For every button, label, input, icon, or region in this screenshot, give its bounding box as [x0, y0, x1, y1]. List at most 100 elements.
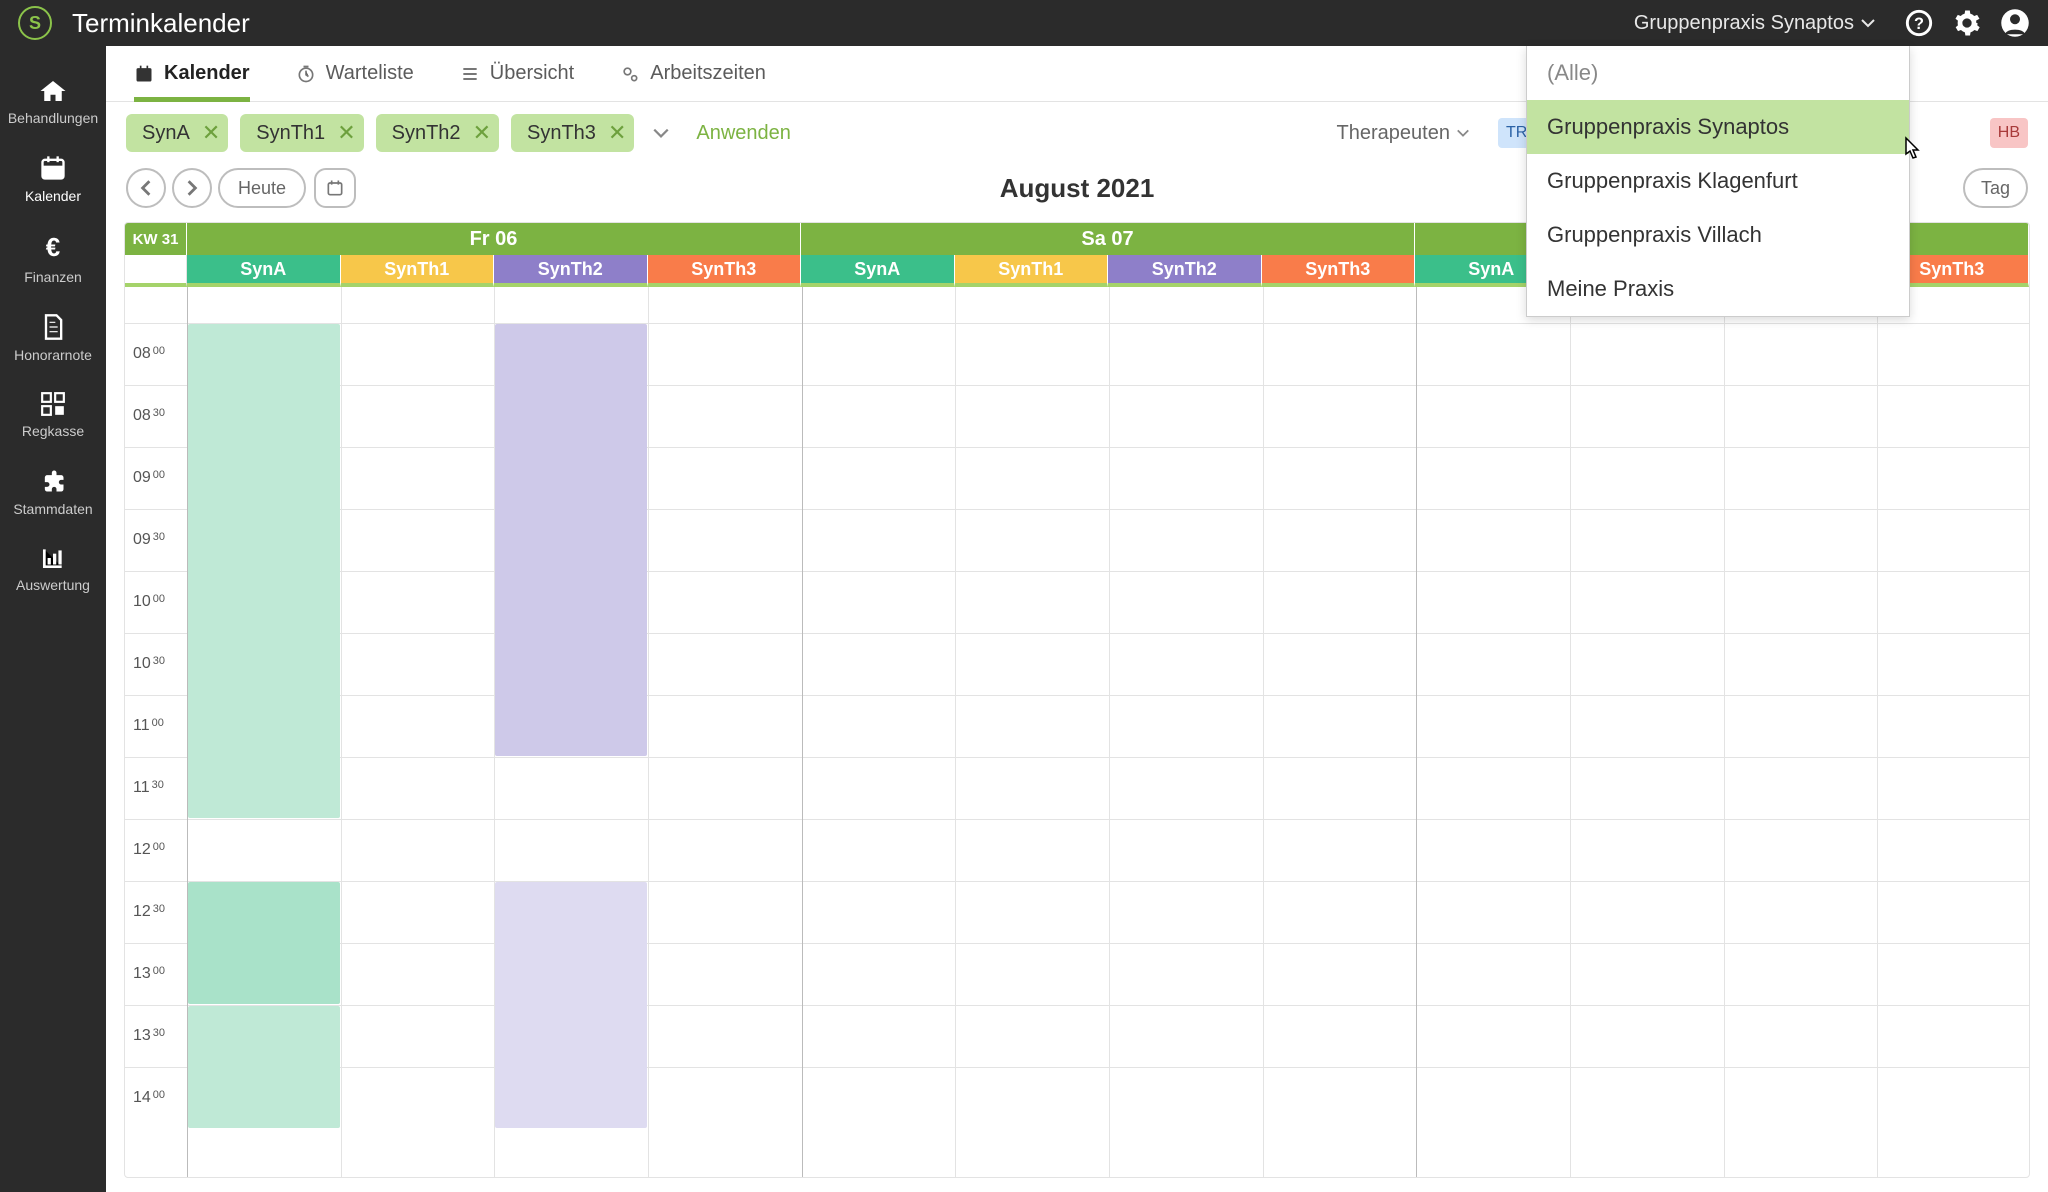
time-label: 1400 — [125, 1067, 187, 1129]
topbar: S Terminkalender Gruppenpraxis Synaptos … — [0, 0, 2048, 46]
therapists-dropdown[interactable]: Therapeuten — [1337, 122, 1470, 145]
practice-menu: (Alle) Gruppenpraxis Synaptos Gruppenpra… — [1526, 46, 1910, 317]
time-label: 1030 — [125, 633, 187, 695]
room-chip-hb[interactable]: HB — [1990, 118, 2028, 148]
resource-col: SynTh1 — [341, 255, 495, 287]
sidebar-label: Behandlungen — [8, 110, 98, 126]
today-button[interactable]: Heute — [218, 168, 306, 208]
svg-text:?: ? — [1914, 15, 1924, 33]
puzzle-icon — [39, 467, 67, 495]
time-label: 0930 — [125, 509, 187, 571]
filter-pill-syna[interactable]: SynA✕ — [126, 114, 228, 152]
day-col: Sa 07 — [801, 223, 1415, 255]
sidebar-label: Regkasse — [22, 423, 84, 439]
time-label: 0830 — [125, 385, 187, 447]
tab-arbeitszeiten[interactable]: Arbeitszeiten — [620, 46, 766, 101]
practice-selector-label: Gruppenpraxis Synaptos — [1634, 12, 1854, 35]
user-icon[interactable] — [2000, 8, 2030, 38]
calendar: KW 31 Fr 06 Sa 07 So 08 SynA SynTh1 SynT… — [124, 222, 2030, 1178]
resource-col: SynTh2 — [494, 255, 648, 287]
euro-icon: € — [46, 232, 60, 263]
timer-icon — [296, 64, 316, 84]
next-button[interactable] — [172, 168, 212, 208]
menu-item-synaptos[interactable]: Gruppenpraxis Synaptos — [1527, 100, 1909, 154]
prev-button[interactable] — [126, 168, 166, 208]
filter-pill-synth1[interactable]: SynTh1✕ — [240, 114, 363, 152]
availability-block[interactable] — [495, 882, 647, 1128]
resource-col: SynTh2 — [1108, 255, 1262, 287]
logo-icon: S — [18, 6, 52, 40]
time-label: 1000 — [125, 571, 187, 633]
filter-pill-synth2[interactable]: SynTh2✕ — [376, 114, 499, 152]
day-col: Fr 06 — [187, 223, 801, 255]
sidebar-item-honorarnote[interactable]: Honorarnote — [0, 299, 106, 377]
list-icon — [460, 65, 480, 83]
sidebar-label: Honorarnote — [14, 347, 92, 363]
availability-block[interactable] — [188, 324, 340, 818]
close-icon[interactable]: ✕ — [473, 120, 491, 146]
datepicker-button[interactable] — [314, 168, 356, 208]
close-icon[interactable]: ✕ — [202, 120, 220, 146]
sidebar-label: Auswertung — [16, 577, 90, 593]
sidebar-label: Stammdaten — [13, 501, 92, 517]
tab-label: Warteliste — [326, 62, 414, 85]
gear-icon[interactable] — [1952, 8, 1982, 38]
calendar-icon — [325, 178, 345, 198]
sidebar-item-kalender[interactable]: Kalender — [0, 140, 106, 218]
time-label: 1330 — [125, 1005, 187, 1067]
close-icon[interactable]: ✕ — [337, 120, 355, 146]
sidebar-label: Finanzen — [24, 269, 82, 285]
tab-label: Arbeitszeiten — [650, 62, 766, 85]
resource-col: SynA — [801, 255, 955, 287]
resource-col: SynTh1 — [955, 255, 1109, 287]
help-icon[interactable]: ? — [1904, 8, 1934, 38]
availability-block[interactable] — [188, 1006, 340, 1128]
chevron-down-icon — [1456, 126, 1470, 140]
time-label: 1300 — [125, 943, 187, 1005]
filter-pill-synth3[interactable]: SynTh3✕ — [511, 114, 634, 152]
time-label: 1230 — [125, 881, 187, 943]
availability-block[interactable] — [188, 882, 340, 1004]
apply-button[interactable]: Anwenden — [696, 122, 791, 145]
resource-col: SynTh3 — [1262, 255, 1416, 287]
close-icon[interactable]: ✕ — [608, 120, 626, 146]
time-label: 0900 — [125, 447, 187, 509]
calendar-icon — [134, 64, 154, 84]
week-number: KW 31 — [125, 223, 187, 255]
page-title: Terminkalender — [72, 8, 250, 39]
chevron-down-icon[interactable] — [646, 124, 676, 142]
sidebar-label: Kalender — [25, 188, 81, 204]
home-icon — [38, 78, 68, 104]
resource-col: SynA — [187, 255, 341, 287]
sidebar-item-stammdaten[interactable]: Stammdaten — [0, 453, 106, 531]
file-icon — [41, 313, 65, 341]
qr-icon — [40, 391, 66, 417]
tab-warteliste[interactable]: Warteliste — [296, 46, 414, 101]
sidebar-item-regkasse[interactable]: Regkasse — [0, 377, 106, 453]
menu-item-all[interactable]: (Alle) — [1527, 46, 1909, 100]
sidebar-item-auswertung[interactable]: Auswertung — [0, 531, 106, 607]
tab-kalender[interactable]: Kalender — [134, 46, 250, 101]
menu-item-klagenfurt[interactable]: Gruppenpraxis Klagenfurt — [1527, 154, 1909, 208]
sidebar: Behandlungen Kalender € Finanzen Honorar… — [0, 46, 106, 1192]
sidebar-item-finanzen[interactable]: € Finanzen — [0, 218, 106, 299]
practice-selector[interactable]: Gruppenpraxis Synaptos — [1634, 12, 1876, 35]
calendar-grid[interactable]: 0800083009000930100010301100113012001230… — [125, 287, 2029, 1177]
time-label: 0800 — [125, 323, 187, 385]
availability-block[interactable] — [495, 324, 647, 756]
time-label: 1130 — [125, 757, 187, 819]
cogs-icon — [620, 64, 640, 84]
chevron-down-icon — [1860, 15, 1876, 31]
chart-icon — [40, 545, 66, 571]
menu-item-meine[interactable]: Meine Praxis — [1527, 262, 1909, 316]
menu-item-villach[interactable]: Gruppenpraxis Villach — [1527, 208, 1909, 262]
tab-label: Übersicht — [490, 62, 574, 85]
calendar-icon — [39, 154, 67, 182]
tab-label: Kalender — [164, 62, 250, 85]
time-label: 1100 — [125, 695, 187, 757]
tab-uebersicht[interactable]: Übersicht — [460, 46, 574, 101]
view-day[interactable]: Tag — [1963, 168, 2028, 208]
sidebar-item-behandlungen[interactable]: Behandlungen — [0, 64, 106, 140]
resource-col: SynTh3 — [648, 255, 802, 287]
time-label: 1200 — [125, 819, 187, 881]
